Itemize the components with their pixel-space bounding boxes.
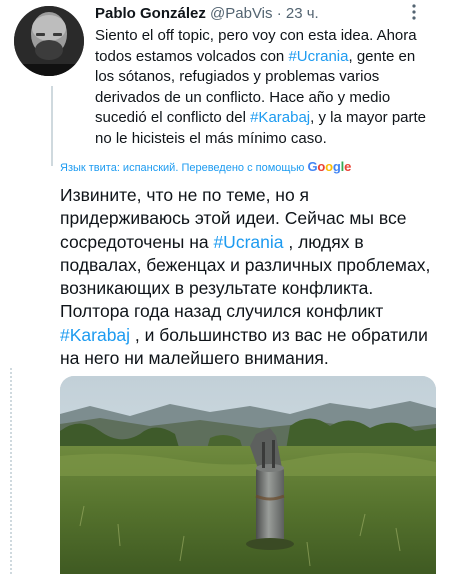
hashtag-link[interactable]: #Karabaj xyxy=(250,109,310,126)
tweet-header: Pablo González @PabVis · 23 ч. xyxy=(95,4,435,26)
separator-dot: · xyxy=(276,5,282,22)
author-handle[interactable]: @PabVis xyxy=(210,5,272,22)
avatar-photo xyxy=(14,6,84,76)
google-logo: Google xyxy=(307,159,352,174)
tweet-media-photo[interactable] xyxy=(60,376,436,574)
original-tweet-text: Siento el off topic, pero voy con esta i… xyxy=(95,26,430,150)
translation-note[interactable]: Язык твита: испанский. Переведено с помо… xyxy=(60,160,440,175)
tweet-time[interactable]: 23 ч. xyxy=(286,5,319,22)
translation-note-text: Язык твита: испанский. Переведено с помо… xyxy=(60,162,305,174)
avatar[interactable] xyxy=(14,6,84,76)
hashtag-link[interactable]: #Ucrania xyxy=(288,48,348,65)
media-photo xyxy=(60,376,436,574)
hashtag-link[interactable]: #Ucrania xyxy=(213,232,283,252)
thread-connector-dotted xyxy=(0,368,12,574)
more-vertical-glyph xyxy=(412,4,416,20)
translated-tweet-text: Извините, что не по теме, но я придержив… xyxy=(60,184,440,370)
author-name[interactable]: Pablo González xyxy=(95,5,206,22)
thread-connector xyxy=(51,86,53,166)
more-vertical-icon[interactable] xyxy=(405,4,423,24)
tweet-screen: Pablo González @PabVis · 23 ч. Siento el… xyxy=(0,0,450,574)
hashtag-link[interactable]: #Karabaj xyxy=(60,325,130,345)
